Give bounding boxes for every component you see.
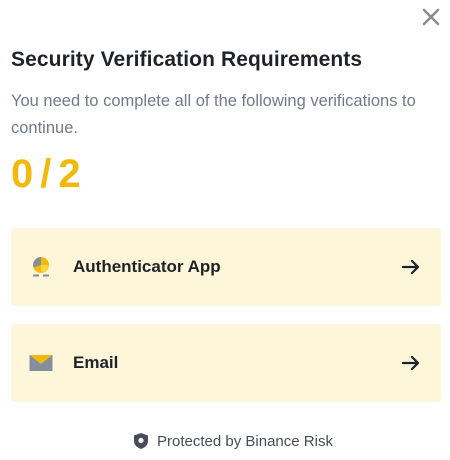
- arrow-right-icon: [399, 351, 423, 375]
- close-icon: [422, 8, 440, 26]
- verification-progress: 0/2: [11, 150, 82, 198]
- email-label: Email: [73, 353, 119, 372]
- shield-icon: [134, 433, 149, 449]
- dialog-title: Security Verification Requirements: [11, 48, 363, 71]
- footer-text: Protected by Binance Risk: [157, 432, 333, 450]
- envelope-icon: [29, 351, 53, 375]
- email-option[interactable]: Email: [11, 324, 441, 402]
- footer: Protected by Binance Risk: [0, 432, 450, 450]
- progress-completed: 0: [11, 152, 35, 196]
- arrow-right-icon: [399, 255, 423, 279]
- dialog-subtitle: You need to complete all of the followin…: [11, 92, 416, 137]
- progress-separator: /: [40, 152, 53, 196]
- authenticator-app-label: Authenticator App: [73, 257, 221, 276]
- close-button[interactable]: [418, 4, 444, 30]
- footer-content: Protected by Binance Risk: [133, 432, 333, 450]
- authenticator-app-option[interactable]: Authenticator App: [11, 228, 441, 306]
- authenticator-app-icon: [29, 255, 53, 279]
- progress-total: 2: [58, 152, 82, 196]
